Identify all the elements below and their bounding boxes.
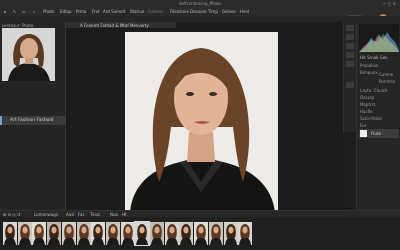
tool-button[interactable] <box>346 43 354 49</box>
thumbnail-portrait <box>165 224 178 245</box>
menu-item[interactable]: Stalrue <box>130 9 144 14</box>
filmstrip-thumbnail[interactable] <box>76 222 91 245</box>
filmstrip-thumbnail[interactable] <box>134 221 151 246</box>
thumbnail-portrait <box>121 224 134 245</box>
tool-icon-3[interactable]: ▿ <box>33 9 35 14</box>
menu-item[interactable]: Fnd <box>92 9 99 14</box>
layer-row[interactable]: Flute <box>359 129 399 138</box>
menu-bar: ⌂ ↖ ▭ ▿ Photo Edtap Prmo Fnd Ard Samolt … <box>0 7 400 24</box>
menu-item[interactable]: Henl <box>240 9 249 14</box>
window-title: Selfcontaining_Photo <box>179 1 221 6</box>
thumbnail-portrait <box>4 224 16 245</box>
filmstrip-thumbnail[interactable] <box>17 222 32 245</box>
right-panel-row[interactable]: Pormtss <box>379 79 395 84</box>
layer-thumbnail <box>360 130 367 137</box>
filmstrip-thumbnail[interactable] <box>47 222 62 245</box>
filmstrip-thumbnail[interactable] <box>238 222 253 245</box>
left-panel: Lentosur: Photo Art Fashion Fashoid <box>0 22 67 210</box>
tool-button[interactable] <box>346 52 354 58</box>
portrait-photo <box>125 32 278 212</box>
tool-button[interactable] <box>346 25 354 31</box>
home-icon[interactable]: ⌂ <box>4 9 7 14</box>
document-tab[interactable]: A Fonemt Fohtait & Mtaf Menvorty <box>66 22 176 28</box>
filmstrip-thumbnail[interactable] <box>91 222 106 245</box>
thumbnail-portrait <box>239 224 252 245</box>
main-photo[interactable] <box>125 32 278 212</box>
menu-item[interactable]: Edtap <box>60 9 72 14</box>
menu-item[interactable]: Gelves <box>222 9 236 14</box>
tool-strip <box>343 22 356 132</box>
tool-button[interactable] <box>346 34 354 40</box>
right-panel-row[interactable]: Moptrst <box>360 102 375 107</box>
thumbnail-portrait <box>33 224 46 245</box>
filmstrip-thumbnail[interactable] <box>32 222 47 245</box>
document-tab-title: A Fonemt Fohtait & Mtaf Menvorty <box>80 23 149 28</box>
filmstrip-thumbnail[interactable] <box>105 222 120 245</box>
menu-item[interactable]: Donsore <box>190 9 207 14</box>
right-panel-row[interactable]: Solor/Holor <box>360 116 382 121</box>
right-panel-row[interactable]: Prooalion <box>360 63 378 68</box>
window-controls[interactable]: — ▢ ✕ <box>382 1 396 6</box>
menu-item[interactable]: Ard Samolt <box>103 9 125 14</box>
thumbnail-portrait <box>180 224 193 245</box>
filmstrip-thumbnail[interactable] <box>223 222 238 245</box>
thumbnail-portrait <box>62 224 75 245</box>
menu-item[interactable]: Photo <box>43 9 54 14</box>
thumbnail-portrait <box>106 224 119 245</box>
right-panel-row[interactable]: Fur <box>360 123 366 128</box>
tool-button[interactable] <box>346 61 354 67</box>
right-panel-row[interactable]: Laytu: Chulch <box>360 88 387 93</box>
filmstrip-thumbnail[interactable] <box>179 222 194 245</box>
thumbnail-portrait <box>224 224 237 245</box>
thumbnail-portrait <box>209 224 222 245</box>
right-panel-row[interactable]: Cumne <box>379 72 393 77</box>
tool-button[interactable] <box>346 82 354 88</box>
menu-item[interactable]: Filelstone <box>170 9 189 14</box>
histogram-graph <box>359 32 399 52</box>
sidebar-item-selected[interactable]: Art Fashion Fashoid <box>0 116 67 125</box>
tool-icon-2[interactable]: ▭ <box>22 9 26 14</box>
tool-icon-1[interactable]: ↖ <box>13 9 16 14</box>
sidebar-item-label: Art Fashion Fashoid <box>10 118 54 123</box>
right-panel-row[interactable]: Hacfle <box>360 109 373 114</box>
filmstrip-thumbnail[interactable] <box>208 222 223 245</box>
right-panel-row[interactable]: Bimpunx <box>360 70 378 75</box>
layer-name: Flute <box>371 131 381 136</box>
thumbnail-portrait <box>195 224 208 245</box>
filmstrip-thumbnail[interactable] <box>120 222 135 245</box>
filmstrip-thumbnail[interactable] <box>3 222 17 245</box>
thumbnail-portrait <box>18 224 31 245</box>
right-panel-row[interactable]: Oacuty <box>360 95 374 100</box>
filmstrip-thumbnail[interactable] <box>194 222 209 245</box>
histogram <box>359 24 399 52</box>
menu-item[interactable]: Timp <box>208 9 218 14</box>
title-bar: Selfcontaining_Photo — ▢ ✕ <box>0 0 400 7</box>
portrait-image <box>2 28 55 81</box>
thumbnail-portrait <box>92 224 105 245</box>
thumbnail-portrait <box>48 224 61 245</box>
menu-item[interactable]: Futsenc <box>148 9 163 14</box>
filmstrip-thumbnail[interactable] <box>61 222 76 245</box>
filmstrip-thumbnail[interactable] <box>150 222 164 245</box>
filmstrip-thumbnail[interactable] <box>164 222 179 245</box>
filmstrip <box>0 217 400 250</box>
preview-thumbnail[interactable] <box>2 28 55 81</box>
right-panel: Hit Srnak Gok Prooalion Bimpunx Cumne Po… <box>356 22 400 210</box>
right-panel-tabs[interactable]: Hit Srnak Gok <box>360 55 388 60</box>
canvas-area: A Fonemt Fohtait & Mtaf Menvorty <box>66 22 343 212</box>
menu-item[interactable]: Prmo <box>76 9 86 14</box>
thumbnail-portrait <box>77 224 90 245</box>
thumbnail-portrait <box>136 224 149 245</box>
thumbnail-portrait <box>151 224 163 245</box>
